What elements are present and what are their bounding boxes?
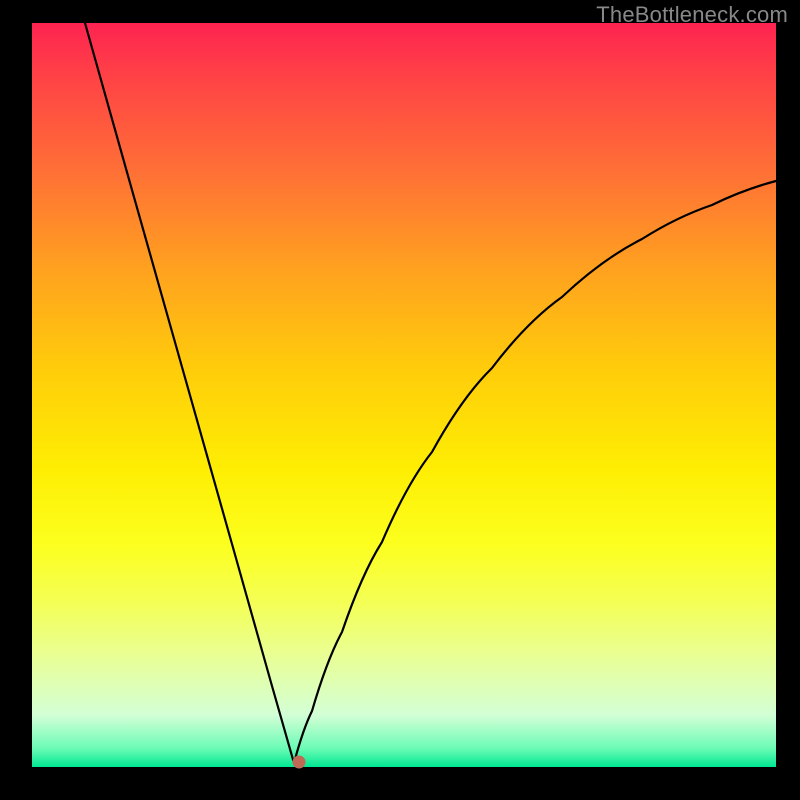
optimum-marker <box>293 756 305 768</box>
curve-path <box>85 23 776 763</box>
chart-frame: TheBottleneck.com <box>0 0 800 800</box>
plot-area <box>32 23 776 767</box>
watermark-text: TheBottleneck.com <box>596 2 788 28</box>
chart-svg <box>32 23 776 767</box>
